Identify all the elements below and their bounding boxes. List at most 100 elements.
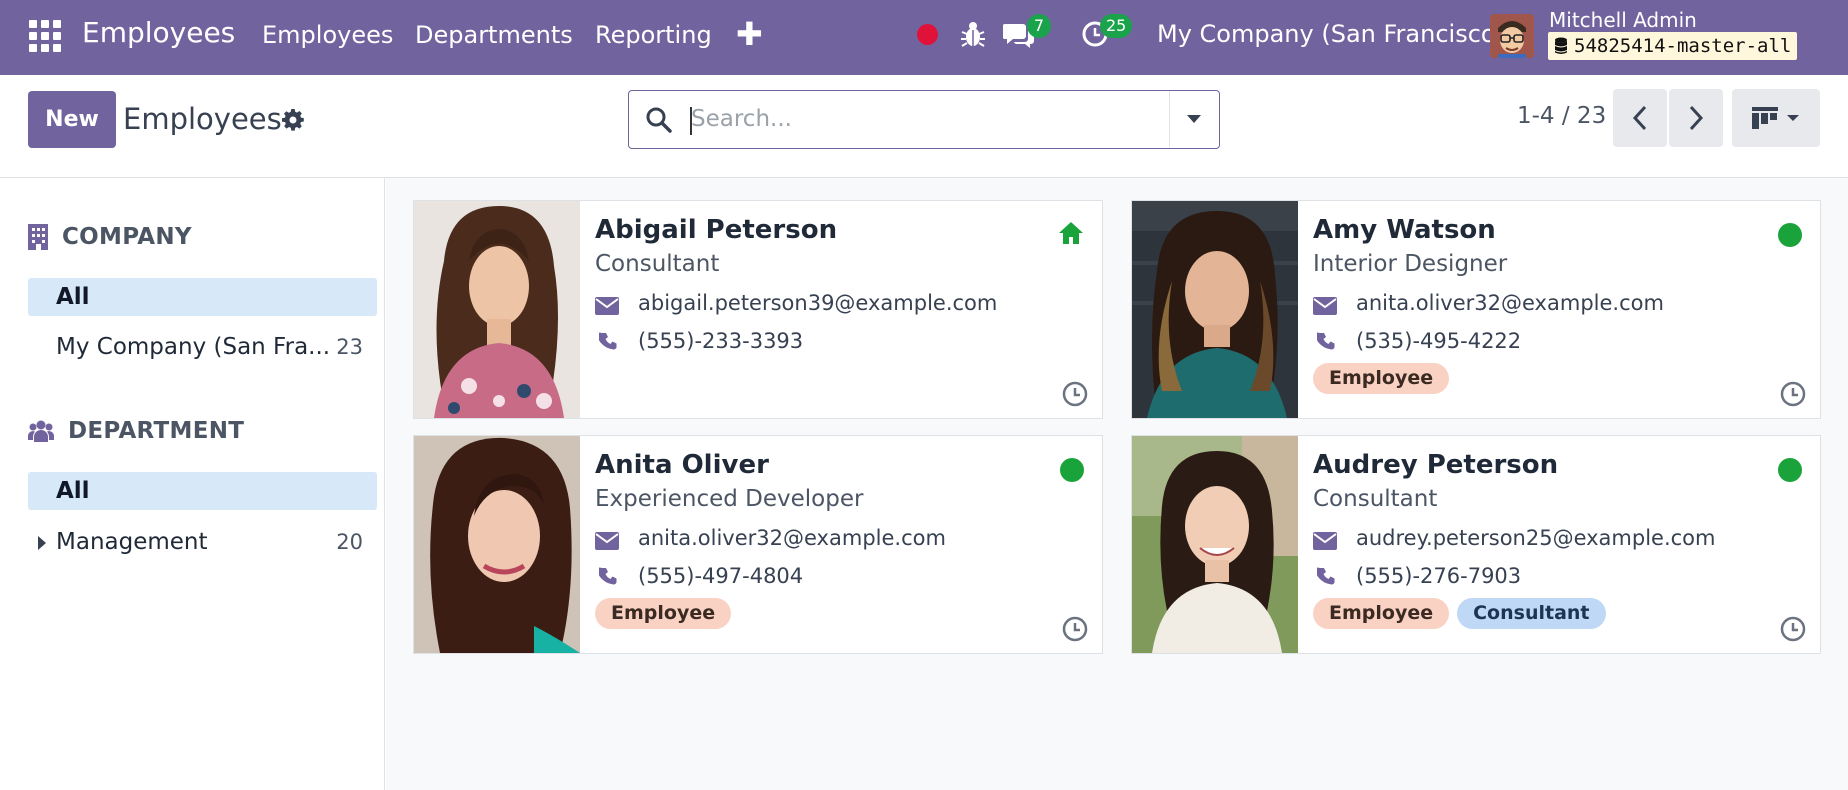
employee-job-title: Consultant (595, 251, 720, 277)
department-filter-all[interactable]: All (28, 472, 377, 510)
employee-card[interactable]: Amy Watson Interior Designer anita.olive… (1131, 200, 1821, 419)
tag-list: Employee (1313, 363, 1450, 394)
search-options-toggle[interactable] (1170, 91, 1218, 147)
employee-email[interactable]: audrey.peterson25@example.com (1356, 526, 1715, 550)
activity-clock-icon[interactable] (1780, 381, 1806, 407)
building-icon (28, 224, 48, 250)
filter-label: All (56, 478, 90, 504)
employee-photo (414, 436, 580, 653)
envelope-icon (595, 297, 619, 315)
menu-reporting[interactable]: Reporting (595, 21, 712, 49)
search-icon (646, 107, 672, 133)
envelope-icon (1313, 532, 1337, 550)
department-filter-management[interactable]: Management 20 (28, 523, 377, 561)
chevron-right-icon (1689, 105, 1704, 131)
employee-email[interactable]: anita.oliver32@example.com (1356, 291, 1664, 315)
search-bar (628, 90, 1220, 149)
control-panel: New Employees 1-4 / 23 (0, 75, 1848, 178)
kanban-view-icon (1752, 107, 1778, 129)
employee-card[interactable]: Abigail Peterson Consultant abigail.pete… (413, 200, 1103, 419)
new-button[interactable]: New (28, 91, 116, 148)
phone-icon (599, 332, 617, 350)
menu-employees[interactable]: Employees (262, 21, 393, 49)
filter-label: All (56, 284, 90, 310)
database-name: 54825414-master-all (1574, 35, 1792, 57)
pager-value[interactable]: 1-4 / 23 (1517, 103, 1606, 129)
activities-count-badge: 25 (1100, 14, 1133, 38)
view-switcher-button[interactable] (1732, 89, 1820, 147)
filter-label: My Company (San Fra... (56, 334, 331, 360)
employee-phone[interactable]: (555)-497-4804 (638, 564, 803, 588)
caret-down-icon (1187, 115, 1201, 123)
employee-email[interactable]: anita.oliver32@example.com (638, 526, 946, 550)
employee-phone[interactable]: (555)-276-7903 (1356, 564, 1521, 588)
employee-photo (1132, 436, 1298, 653)
employee-job-title: Experienced Developer (595, 486, 864, 512)
activity-clock-icon[interactable] (1062, 381, 1088, 407)
company-switcher[interactable]: My Company (San Francisco) (1157, 20, 1505, 48)
database-chip: 54825414-master-all (1548, 32, 1798, 60)
employee-name: Amy Watson (1313, 215, 1496, 245)
messages-count-badge: 7 (1027, 14, 1051, 38)
user-avatar[interactable] (1490, 14, 1534, 58)
caret-right-icon[interactable] (38, 536, 46, 550)
record-icon[interactable] (917, 24, 938, 45)
tag-list: Employee Consultant (1313, 598, 1606, 629)
presence-online-indicator (1060, 458, 1084, 482)
filter-count: 23 (336, 335, 363, 359)
envelope-icon (595, 532, 619, 550)
kanban-view: Abigail Peterson Consultant abigail.pete… (386, 178, 1848, 790)
phone-icon (1317, 332, 1335, 350)
pager-next-button[interactable] (1669, 89, 1723, 147)
company-filter-my-company[interactable]: My Company (San Fra... 23 (28, 328, 377, 366)
chevron-left-icon (1632, 105, 1647, 131)
user-name[interactable]: Mitchell Admin (1549, 8, 1697, 32)
home-working-icon (1059, 222, 1083, 244)
users-icon (28, 420, 54, 442)
employee-email[interactable]: abigail.peterson39@example.com (638, 291, 997, 315)
company-section-header: COMPANY (28, 224, 192, 250)
tag-employee: Employee (1313, 363, 1450, 394)
caret-down-icon (1787, 115, 1799, 121)
gear-icon[interactable] (281, 108, 305, 132)
department-header-label: DEPARTMENT (68, 418, 245, 444)
add-menu-icon[interactable]: ✚ (736, 15, 763, 53)
tag-employee: Employee (595, 598, 732, 629)
presence-online-indicator (1778, 458, 1802, 482)
employee-name: Abigail Peterson (595, 215, 838, 245)
employee-phone[interactable]: (535)-495-4222 (1356, 329, 1521, 353)
employee-job-title: Interior Designer (1313, 251, 1508, 277)
employee-card[interactable]: Anita Oliver Experienced Developer anita… (413, 435, 1103, 654)
filter-count: 20 (336, 530, 363, 554)
breadcrumb-title: Employees (123, 102, 282, 136)
activity-clock-icon[interactable] (1062, 616, 1088, 642)
employee-phone[interactable]: (555)-233-3393 (638, 329, 803, 353)
tag-list: Employee (595, 598, 732, 629)
employee-name: Audrey Peterson (1313, 450, 1559, 480)
top-navbar: Employees Employees Departments Reportin… (0, 0, 1848, 75)
employee-photo (1132, 201, 1298, 418)
pager-previous-button[interactable] (1613, 89, 1667, 147)
app-grid-icon[interactable] (29, 20, 61, 52)
tag-employee: Employee (1313, 598, 1450, 629)
text-cursor (690, 107, 692, 135)
company-filter-all[interactable]: All (28, 278, 377, 316)
activity-clock-icon[interactable] (1780, 616, 1806, 642)
tag-consultant: Consultant (1457, 598, 1606, 629)
company-header-label: COMPANY (62, 224, 192, 250)
menu-departments[interactable]: Departments (415, 21, 573, 49)
search-input[interactable] (691, 101, 1151, 137)
filter-label: Management (56, 529, 208, 555)
phone-icon (599, 567, 617, 585)
envelope-icon (1313, 297, 1337, 315)
employee-photo (414, 201, 580, 418)
presence-online-indicator (1778, 223, 1802, 247)
phone-icon (1317, 567, 1335, 585)
department-section-header: DEPARTMENT (28, 418, 244, 444)
debug-bug-icon[interactable] (960, 20, 986, 48)
employee-name: Anita Oliver (595, 450, 769, 480)
app-brand[interactable]: Employees (82, 16, 235, 49)
search-panel-sidebar: COMPANY All My Company (San Fra... 23 DE… (0, 178, 385, 790)
employee-job-title: Consultant (1313, 486, 1438, 512)
employee-card[interactable]: Audrey Peterson Consultant audrey.peters… (1131, 435, 1821, 654)
